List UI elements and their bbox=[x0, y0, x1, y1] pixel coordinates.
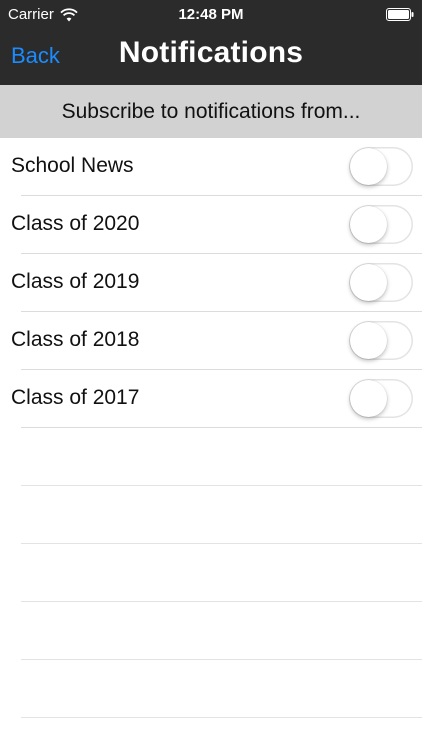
subscription-label: School News bbox=[11, 154, 134, 177]
list-item: Class of 2020 bbox=[0, 196, 422, 254]
subscription-toggle[interactable] bbox=[349, 263, 413, 302]
empty-row bbox=[0, 486, 422, 544]
toggle-knob bbox=[350, 322, 387, 359]
section-header: Subscribe to notifications from... bbox=[0, 85, 422, 138]
notifications-screen: Carrier 12:48 PM Back Notifications Subs… bbox=[0, 0, 422, 750]
list-item: Class of 2017 bbox=[0, 370, 422, 428]
page-title: Notifications bbox=[118, 36, 304, 69]
subscription-label: Class of 2018 bbox=[11, 328, 140, 351]
battery-icon bbox=[386, 8, 414, 21]
list-item: Class of 2019 bbox=[0, 254, 422, 312]
subscription-toggle[interactable] bbox=[349, 321, 413, 360]
subscription-label: Class of 2019 bbox=[11, 270, 140, 293]
top-bar: Carrier 12:48 PM Back Notifications bbox=[0, 0, 422, 85]
navigation-bar: Back Notifications bbox=[0, 30, 422, 85]
subscription-label: Class of 2017 bbox=[11, 386, 140, 409]
toggle-knob bbox=[350, 206, 387, 243]
subscription-toggle[interactable] bbox=[349, 147, 413, 186]
empty-row bbox=[0, 602, 422, 660]
subscription-toggle[interactable] bbox=[349, 379, 413, 418]
toggle-knob bbox=[350, 148, 387, 185]
status-bar: Carrier 12:48 PM bbox=[0, 0, 422, 30]
row-separator bbox=[21, 717, 422, 718]
subscription-toggle[interactable] bbox=[349, 205, 413, 244]
empty-row bbox=[0, 428, 422, 486]
toggle-knob bbox=[350, 264, 387, 301]
list-item: School News bbox=[0, 138, 422, 196]
toggle-knob bbox=[350, 380, 387, 417]
subscription-label: Class of 2020 bbox=[11, 212, 140, 235]
list-item: Class of 2018 bbox=[0, 312, 422, 370]
empty-row bbox=[0, 544, 422, 602]
subscription-list: School News Class of 2020 Class of 2019 … bbox=[0, 138, 422, 718]
status-time: 12:48 PM bbox=[178, 6, 244, 23]
empty-row bbox=[0, 660, 422, 718]
